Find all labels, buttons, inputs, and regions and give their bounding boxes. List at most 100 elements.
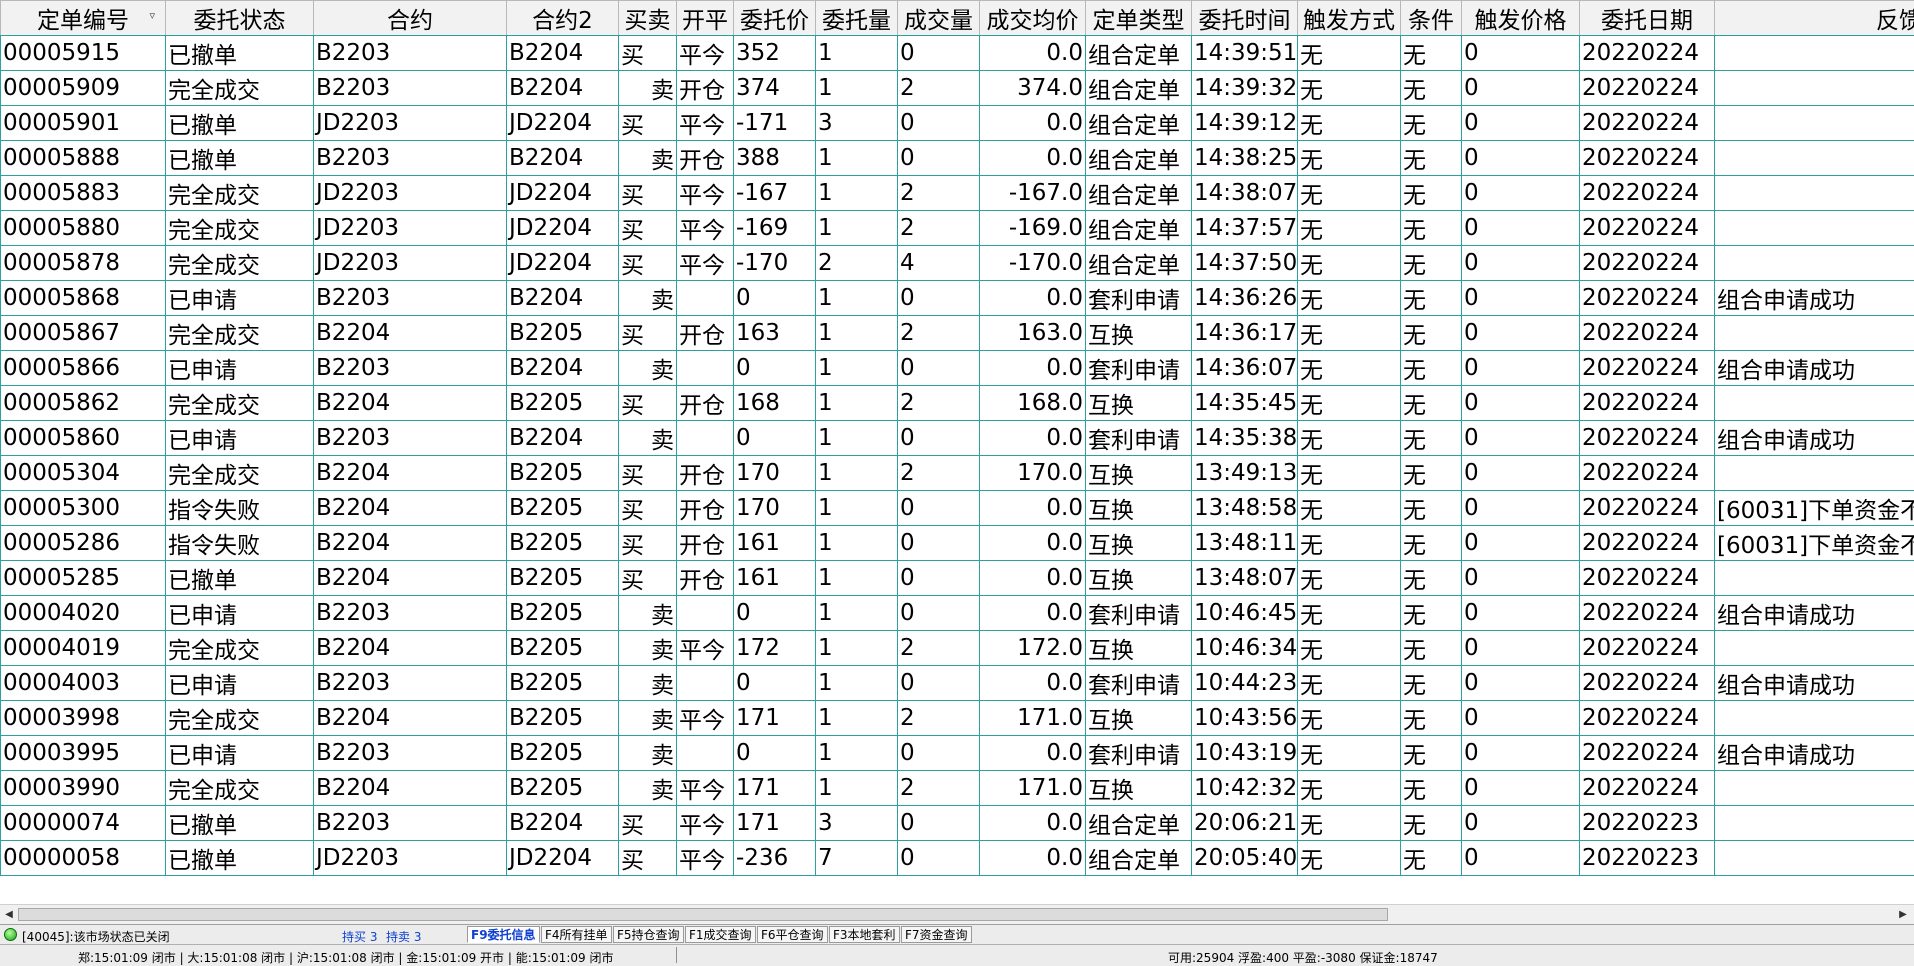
table-row[interactable]: 00005909完全成交B2203B2204卖开仓37412374.0组合定单1… bbox=[1, 71, 1914, 106]
cell-order-quantity: 1 bbox=[816, 596, 898, 631]
cell-trigger-price: 0 bbox=[1462, 596, 1580, 631]
column-header[interactable]: 开平 bbox=[677, 1, 734, 36]
cell-contract-2: JD2204 bbox=[507, 176, 619, 211]
cell-condition: 无 bbox=[1401, 596, 1462, 631]
table-row[interactable]: 00005286指令失败B2204B2205买开仓161100.0互换13:48… bbox=[1, 526, 1914, 561]
table-row[interactable]: 00005860已申请B2203B2204卖0100.0套利申请14:35:38… bbox=[1, 421, 1914, 456]
column-header[interactable]: 合约 bbox=[314, 1, 507, 36]
cell-order-price: 171 bbox=[734, 806, 816, 841]
cell-order-time: 10:46:45 bbox=[1192, 596, 1298, 631]
cell-condition: 无 bbox=[1401, 36, 1462, 71]
sort-desc-icon[interactable]: ▿ bbox=[149, 9, 155, 22]
cell-order-type: 组合定单 bbox=[1086, 36, 1192, 71]
column-header[interactable]: 定单编号▿ bbox=[1, 1, 166, 36]
tab-f9-orders[interactable]: F9委托信息 bbox=[467, 926, 540, 943]
cell-feedback bbox=[1715, 456, 1914, 491]
table-row[interactable]: 00005304完全成交B2204B2205买开仓17012170.0互换13:… bbox=[1, 456, 1914, 491]
tab-f4-pending[interactable]: F4所有挂单 bbox=[541, 926, 612, 943]
cell-avg-fill-price: 0.0 bbox=[980, 141, 1086, 176]
cell-order-price: 172 bbox=[734, 631, 816, 666]
column-header[interactable]: 成交量 bbox=[898, 1, 980, 36]
cell-contract-1: B2204 bbox=[314, 316, 507, 351]
table-row[interactable]: 00005880完全成交JD2203JD2204买平今-16912-169.0组… bbox=[1, 211, 1914, 246]
cell-order-price: 161 bbox=[734, 561, 816, 596]
cell-contract-1: B2203 bbox=[314, 596, 507, 631]
table-row[interactable]: 00005901已撤单JD2203JD2204买平今-171300.0组合定单1… bbox=[1, 106, 1914, 141]
table-row[interactable]: 00005888已撤单B2203B2204卖开仓388100.0组合定单14:3… bbox=[1, 141, 1914, 176]
cell-feedback bbox=[1715, 701, 1914, 736]
table-row[interactable]: 00000074已撤单B2203B2204买平今171300.0组合定单20:0… bbox=[1, 806, 1914, 841]
cell-feedback bbox=[1715, 316, 1914, 351]
table-row[interactable]: 00004003已申请B2203B2205卖0100.0套利申请10:44:23… bbox=[1, 666, 1914, 701]
cell-avg-fill-price: 0.0 bbox=[980, 596, 1086, 631]
cell-order-price: -167 bbox=[734, 176, 816, 211]
table-row[interactable]: 00005285已撤单B2204B2205买开仓161100.0互换13:48:… bbox=[1, 561, 1914, 596]
column-header[interactable]: 触发价格 bbox=[1462, 1, 1580, 36]
column-header[interactable]: 条件 bbox=[1401, 1, 1462, 36]
cell-feedback bbox=[1715, 631, 1914, 666]
column-header[interactable]: 成交均价 bbox=[980, 1, 1086, 36]
column-header[interactable]: 触发方式 bbox=[1298, 1, 1401, 36]
table-row[interactable]: 00005868已申请B2203B2204卖0100.0套利申请14:36:26… bbox=[1, 281, 1914, 316]
sell-positions[interactable]: 持卖 3 bbox=[386, 928, 421, 945]
cell-contract-2: B2204 bbox=[507, 71, 619, 106]
table-row[interactable]: 00000058已撤单JD2203JD2204买平今-236700.0组合定单2… bbox=[1, 841, 1914, 876]
column-header[interactable]: 委托价 bbox=[734, 1, 816, 36]
cell-filled-quantity: 0 bbox=[898, 526, 980, 561]
cell-avg-fill-price: 0.0 bbox=[980, 806, 1086, 841]
cell-open-close: 开仓 bbox=[677, 141, 734, 176]
table-row[interactable]: 00005878完全成交JD2203JD2204买平今-17024-170.0组… bbox=[1, 246, 1914, 281]
table-row[interactable]: 00003995已申请B2203B2205卖0100.0套利申请10:43:19… bbox=[1, 736, 1914, 771]
column-header[interactable]: 合约2 bbox=[507, 1, 619, 36]
market-info-bar: 郑:15:01:09 闭市 | 大:15:01:08 闭市 | 沪:15:01:… bbox=[0, 944, 1914, 966]
cell-open-close: 平今 bbox=[677, 246, 734, 281]
tab-f7-funds[interactable]: F7资金查询 bbox=[901, 926, 972, 943]
cell-open-close: 开仓 bbox=[677, 456, 734, 491]
table-row[interactable]: 00005862完全成交B2204B2205买开仓16812168.0互换14:… bbox=[1, 386, 1914, 421]
cell-trigger-method: 无 bbox=[1298, 666, 1401, 701]
scroll-left-icon[interactable]: ◀ bbox=[1, 907, 17, 923]
cell-trigger-price: 0 bbox=[1462, 736, 1580, 771]
cell-order-type: 套利申请 bbox=[1086, 736, 1192, 771]
cell-order-id: 00005915 bbox=[1, 36, 166, 71]
table-row[interactable]: 00005300指令失败B2204B2205买开仓170100.0互换13:48… bbox=[1, 491, 1914, 526]
tab-f6-close[interactable]: F6平仓查询 bbox=[757, 926, 828, 943]
column-header[interactable]: 委托时间 bbox=[1192, 1, 1298, 36]
horizontal-scrollbar[interactable]: ◀ ▶ bbox=[0, 904, 1914, 925]
cell-order-time: 14:36:17 bbox=[1192, 316, 1298, 351]
cell-filled-quantity: 0 bbox=[898, 736, 980, 771]
table-row[interactable]: 00003998完全成交B2204B2205卖平今17112171.0互换10:… bbox=[1, 701, 1914, 736]
table-row[interactable]: 00004019完全成交B2204B2205卖平今17212172.0互换10:… bbox=[1, 631, 1914, 666]
status-tab-bar: [40045]:该市场状态已关闭 持买 3 持卖 3 F9委托信息 F4所有挂单… bbox=[0, 924, 1914, 945]
cell-order-status: 完全成交 bbox=[166, 71, 314, 106]
table-row[interactable]: 00004020已申请B2203B2205卖0100.0套利申请10:46:45… bbox=[1, 596, 1914, 631]
cell-contract-2: B2205 bbox=[507, 701, 619, 736]
column-header[interactable]: 委托日期 bbox=[1580, 1, 1715, 36]
column-header[interactable]: 定单类型 bbox=[1086, 1, 1192, 36]
cell-feedback bbox=[1715, 806, 1914, 841]
table-row[interactable]: 00005867完全成交B2204B2205买开仓16312163.0互换14:… bbox=[1, 316, 1914, 351]
tab-f1-trades[interactable]: F1成交查询 bbox=[685, 926, 756, 943]
cell-order-id: 00003998 bbox=[1, 701, 166, 736]
cell-contract-2: B2204 bbox=[507, 351, 619, 386]
scrollbar-thumb[interactable] bbox=[18, 908, 1388, 921]
cell-trigger-method: 无 bbox=[1298, 71, 1401, 106]
cell-buy-sell: 卖 bbox=[619, 736, 677, 771]
column-header[interactable]: 委托状态 bbox=[166, 1, 314, 36]
table-row[interactable]: 00005866已申请B2203B2204卖0100.0套利申请14:36:07… bbox=[1, 351, 1914, 386]
table-row[interactable]: 00005883完全成交JD2203JD2204买平今-16712-167.0组… bbox=[1, 176, 1914, 211]
tab-f3-local-arb[interactable]: F3本地套利 bbox=[829, 926, 900, 943]
tab-f5-positions[interactable]: F5持仓查询 bbox=[613, 926, 684, 943]
cell-order-price: 388 bbox=[734, 141, 816, 176]
cell-avg-fill-price: 0.0 bbox=[980, 421, 1086, 456]
table-row[interactable]: 00003990完全成交B2204B2205卖平今17112171.0互换10:… bbox=[1, 771, 1914, 806]
buy-positions[interactable]: 持买 3 bbox=[342, 928, 377, 945]
scroll-right-icon[interactable]: ▶ bbox=[1895, 907, 1911, 923]
column-header[interactable]: 买卖 bbox=[619, 1, 677, 36]
table-row[interactable]: 00005915已撤单B2203B2204买平今352100.0组合定单14:3… bbox=[1, 36, 1914, 71]
column-header[interactable]: 委托量 bbox=[816, 1, 898, 36]
cell-contract-1: B2203 bbox=[314, 71, 507, 106]
cell-order-time: 14:37:50 bbox=[1192, 246, 1298, 281]
cell-filled-quantity: 0 bbox=[898, 491, 980, 526]
column-header[interactable]: 反馈 bbox=[1715, 1, 1914, 36]
